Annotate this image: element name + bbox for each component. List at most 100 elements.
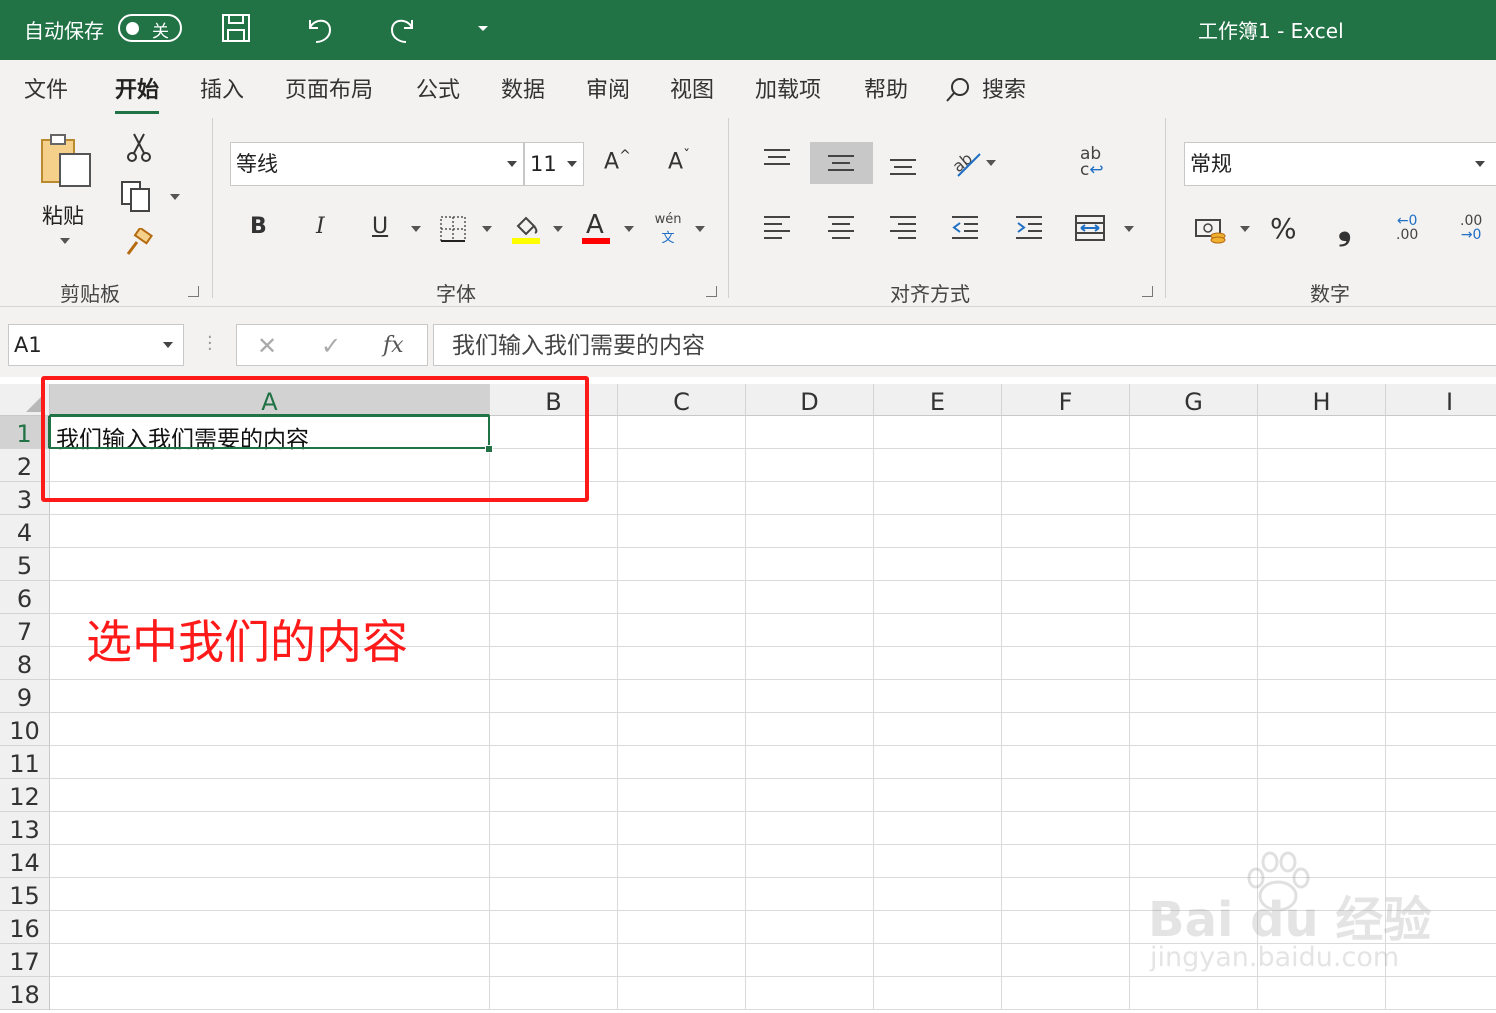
fill-color-dropdown-icon[interactable] [553, 226, 563, 232]
tab-formulas[interactable]: 公式 [416, 72, 460, 104]
paste-dropdown-icon[interactable] [60, 238, 70, 244]
tab-page-layout[interactable]: 页面布局 [285, 72, 373, 104]
paste-icon[interactable] [38, 132, 94, 190]
column-header-c[interactable]: C [618, 384, 746, 416]
accounting-format-icon[interactable] [1194, 216, 1228, 244]
row-header-9[interactable]: 9 [0, 680, 50, 713]
enter-icon[interactable]: ✓ [321, 325, 341, 367]
more-options-icon[interactable]: · · · [207, 329, 213, 359]
number-group-label: 数字 [1310, 282, 1350, 306]
borders-dropdown-icon[interactable] [482, 226, 492, 232]
name-box[interactable]: A1 [8, 324, 184, 366]
annotation-box [41, 376, 589, 502]
tab-home[interactable]: 开始 [115, 72, 160, 114]
underline-dropdown-icon[interactable] [411, 226, 421, 232]
row-header-18[interactable]: 18 [0, 977, 50, 1010]
fill-color-icon[interactable] [510, 212, 542, 246]
tab-help[interactable]: 帮助 [864, 72, 908, 104]
row-header-14[interactable]: 14 [0, 845, 50, 878]
copy-icon[interactable] [120, 180, 154, 212]
chevron-down-icon [163, 342, 173, 348]
merge-dropdown-icon[interactable] [1124, 226, 1134, 232]
tab-data[interactable]: 数据 [501, 72, 545, 104]
cancel-icon[interactable]: ✕ [257, 325, 277, 367]
comma-style-button[interactable]: ❟ [1338, 208, 1351, 248]
align-right-icon[interactable] [888, 214, 918, 240]
wrap-text-icon[interactable]: ab c↩ [1080, 146, 1104, 179]
tab-view[interactable]: 视图 [670, 72, 714, 104]
align-center-icon[interactable] [826, 214, 856, 240]
redo-icon[interactable] [386, 12, 420, 46]
borders-icon[interactable] [438, 214, 468, 244]
tab-review[interactable]: 审阅 [586, 72, 630, 104]
row-header-8[interactable]: 8 [0, 647, 50, 680]
autosave-toggle[interactable]: 关 [118, 14, 182, 42]
row-header-17[interactable]: 17 [0, 944, 50, 977]
column-header-h[interactable]: H [1258, 384, 1386, 416]
save-icon[interactable] [220, 12, 252, 44]
baidu-watermark: Bai du 经验 jingyan.baidu.com [1148, 851, 1438, 992]
align-left-icon[interactable] [762, 214, 792, 240]
column-header-d[interactable]: D [746, 384, 874, 416]
accounting-dropdown-icon[interactable] [1240, 226, 1250, 232]
row-header-6[interactable]: 6 [0, 581, 50, 614]
group-divider [1165, 118, 1166, 298]
row-gridline [50, 1009, 1496, 1010]
undo-icon[interactable] [302, 12, 336, 46]
orientation-icon[interactable]: ab [950, 146, 984, 178]
row-header-11[interactable]: 11 [0, 746, 50, 779]
customize-toolbar-icon[interactable] [476, 24, 490, 34]
column-header-e[interactable]: E [874, 384, 1002, 416]
search-label[interactable]: 搜索 [982, 72, 1026, 104]
number-format-select[interactable]: 常规 [1184, 142, 1496, 186]
row-header-13[interactable]: 13 [0, 812, 50, 845]
top-align-icon[interactable] [762, 146, 792, 170]
column-header-g[interactable]: G [1130, 384, 1258, 416]
row-gridline [50, 712, 1496, 713]
increase-indent-icon[interactable] [1014, 214, 1044, 240]
increase-decimal-icon[interactable]: ←0 .00 [1396, 214, 1418, 242]
alignment-launcher-icon[interactable] [1142, 286, 1153, 297]
row-header-15[interactable]: 15 [0, 878, 50, 911]
format-painter-icon[interactable] [124, 228, 154, 258]
row-header-4[interactable]: 4 [0, 515, 50, 548]
row-header-10[interactable]: 10 [0, 713, 50, 746]
italic-button[interactable]: I [316, 214, 325, 239]
font-size-select[interactable]: 11 [524, 142, 584, 186]
row-header-12[interactable]: 12 [0, 779, 50, 812]
middle-align-icon[interactable] [826, 152, 856, 176]
copy-dropdown-icon[interactable] [170, 194, 180, 200]
phonetic-guide-icon[interactable]: wén 文 [654, 212, 682, 246]
merge-center-icon[interactable] [1074, 214, 1106, 242]
cut-icon[interactable] [126, 132, 152, 164]
font-launcher-icon[interactable] [706, 286, 717, 297]
insert-function-icon[interactable]: fx [383, 325, 404, 367]
tab-insert[interactable]: 插入 [200, 72, 244, 104]
decrease-indent-icon[interactable] [950, 214, 980, 240]
font-color-icon[interactable]: A [586, 210, 604, 240]
phonetic-dropdown-icon[interactable] [695, 226, 705, 232]
search-icon[interactable] [944, 76, 972, 104]
decrease-decimal-icon[interactable]: .00 →0 [1460, 214, 1482, 242]
column-gridline [873, 416, 874, 1009]
column-header-f[interactable]: F [1002, 384, 1130, 416]
shrink-font-icon[interactable]: Aˇ [668, 148, 690, 174]
paste-label[interactable]: 粘贴 [42, 200, 84, 230]
clipboard-launcher-icon[interactable] [188, 286, 199, 297]
bold-button[interactable]: B [250, 214, 267, 239]
formula-input[interactable]: 我们输入我们需要的内容 [433, 324, 1496, 366]
percent-style-button[interactable]: % [1270, 212, 1297, 245]
column-gridline [1001, 416, 1002, 1009]
column-header-i[interactable]: I [1386, 384, 1496, 416]
orientation-dropdown-icon[interactable] [986, 160, 996, 166]
font-color-dropdown-icon[interactable] [624, 226, 634, 232]
bottom-align-icon[interactable] [888, 154, 918, 178]
font-name-select[interactable]: 等线 [230, 142, 524, 186]
row-header-16[interactable]: 16 [0, 911, 50, 944]
tab-addins[interactable]: 加载项 [755, 72, 821, 104]
underline-button[interactable]: U [372, 214, 388, 239]
grow-font-icon[interactable]: A^ [604, 148, 631, 174]
row-header-7[interactable]: 7 [0, 614, 50, 647]
tab-file[interactable]: 文件 [24, 72, 68, 104]
row-header-5[interactable]: 5 [0, 548, 50, 581]
